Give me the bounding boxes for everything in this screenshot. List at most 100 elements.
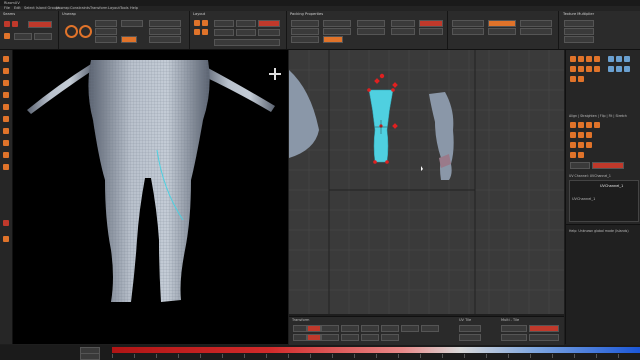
unwrap-option-a[interactable] bbox=[95, 20, 117, 27]
select-tool-icon[interactable] bbox=[3, 56, 9, 62]
tool-a-icon[interactable] bbox=[570, 56, 576, 62]
uv-viewport[interactable] bbox=[289, 39, 564, 314]
align-a-icon[interactable] bbox=[570, 122, 576, 128]
layout-option-f[interactable] bbox=[258, 29, 280, 36]
tool-o-icon[interactable] bbox=[616, 66, 622, 72]
tool-l-icon[interactable] bbox=[616, 56, 622, 62]
pack-icon[interactable] bbox=[194, 20, 200, 26]
transform-opt-g[interactable] bbox=[401, 325, 419, 332]
transform-opt-m[interactable] bbox=[361, 334, 379, 341]
tool-p-icon[interactable] bbox=[624, 66, 630, 72]
unwrap-option-c[interactable] bbox=[95, 36, 117, 43]
transform-opt-f[interactable] bbox=[381, 325, 399, 332]
weld-icon[interactable] bbox=[12, 21, 18, 27]
extra-opt-6[interactable] bbox=[520, 28, 552, 35]
menu-file[interactable]: File bbox=[4, 6, 10, 10]
tool-e-icon[interactable] bbox=[570, 66, 576, 72]
tool-n-icon[interactable] bbox=[608, 66, 614, 72]
align-f-icon[interactable] bbox=[578, 132, 584, 138]
menu-unwrap[interactable]: Unwrap bbox=[56, 6, 69, 10]
weld-tool-icon[interactable] bbox=[3, 116, 9, 122]
pin-tool-icon[interactable] bbox=[3, 128, 9, 134]
multi-tile-opt-a[interactable] bbox=[501, 325, 527, 332]
unwrap-option-d[interactable] bbox=[121, 20, 143, 27]
tool-i-icon[interactable] bbox=[570, 76, 576, 82]
layout-option-g[interactable] bbox=[214, 39, 280, 46]
tool-b-icon[interactable] bbox=[578, 56, 584, 62]
unwrap-option-f[interactable] bbox=[149, 20, 181, 27]
view-tool-icon[interactable] bbox=[3, 152, 9, 158]
status-opt-b[interactable] bbox=[80, 353, 100, 360]
multi-tile-opt-b[interactable] bbox=[529, 325, 559, 332]
transform-opt-a[interactable] bbox=[293, 325, 307, 332]
menu-help[interactable]: Help bbox=[130, 6, 138, 10]
tool-m-icon[interactable] bbox=[624, 56, 630, 62]
seams-mode-button[interactable] bbox=[28, 21, 52, 28]
packing-opt-10[interactable] bbox=[391, 28, 415, 35]
transform-opt-n[interactable] bbox=[381, 334, 399, 341]
transform-opt-j[interactable] bbox=[307, 334, 321, 341]
seams-level-field[interactable] bbox=[34, 33, 52, 40]
menu-transform[interactable]: Transform bbox=[90, 6, 107, 10]
move-tool-icon[interactable] bbox=[3, 68, 9, 74]
transform-opt-i[interactable] bbox=[293, 334, 307, 341]
layout-option-e[interactable] bbox=[258, 20, 280, 27]
texture-opt-2[interactable] bbox=[564, 28, 594, 35]
right-opt-a[interactable] bbox=[570, 162, 590, 169]
extra-opt-5[interactable] bbox=[520, 20, 552, 27]
align-b-icon[interactable] bbox=[578, 122, 584, 128]
tool-j-icon[interactable] bbox=[578, 76, 584, 82]
transform-opt-l[interactable] bbox=[341, 334, 359, 341]
layout-option-a[interactable] bbox=[214, 20, 234, 27]
align-c-icon[interactable] bbox=[586, 122, 592, 128]
align-d-icon[interactable] bbox=[594, 122, 600, 128]
multi-tile-opt-c[interactable] bbox=[501, 334, 527, 341]
scale-icon[interactable] bbox=[194, 29, 200, 35]
rotate-icon[interactable] bbox=[202, 29, 208, 35]
align-e-icon[interactable] bbox=[570, 132, 576, 138]
cut-icon[interactable] bbox=[4, 21, 10, 27]
uv-tile-opt-a[interactable] bbox=[459, 325, 481, 332]
menu-select[interactable]: Select bbox=[24, 6, 35, 10]
layout-option-b[interactable] bbox=[214, 29, 234, 36]
texture-opt-1[interactable] bbox=[564, 20, 594, 27]
packing-opt-7[interactable] bbox=[357, 20, 385, 27]
tool-d-icon[interactable] bbox=[594, 56, 600, 62]
layout-option-c[interactable] bbox=[236, 20, 256, 27]
extra-opt-2[interactable] bbox=[452, 28, 484, 35]
packing-opt-11[interactable] bbox=[419, 20, 443, 27]
transform-opt-b[interactable] bbox=[307, 325, 321, 332]
right-opt-b[interactable] bbox=[592, 162, 624, 169]
multi-tile-opt-d[interactable] bbox=[529, 334, 559, 341]
unfold-icon[interactable] bbox=[65, 25, 78, 38]
unwrap-option-g[interactable] bbox=[149, 28, 181, 35]
packing-opt-4[interactable] bbox=[323, 20, 351, 27]
packing-opt-1[interactable] bbox=[291, 20, 319, 27]
transform-opt-h[interactable] bbox=[421, 325, 439, 332]
auto-seam-icon[interactable] bbox=[4, 33, 10, 39]
packing-opt-3[interactable] bbox=[291, 36, 319, 43]
uv-tile-opt-b[interactable] bbox=[459, 334, 481, 341]
3d-viewport[interactable] bbox=[13, 50, 288, 344]
menu-constraints[interactable]: Constraints bbox=[70, 6, 90, 10]
optimize-icon[interactable] bbox=[79, 25, 92, 38]
menu-edit[interactable]: Edit bbox=[14, 6, 21, 10]
menu-tools[interactable]: Tools bbox=[120, 6, 129, 10]
tool-c-icon[interactable] bbox=[586, 56, 592, 62]
unwrap-option-e[interactable] bbox=[121, 36, 137, 43]
unwrap-option-h[interactable] bbox=[149, 36, 181, 43]
packing-opt-8[interactable] bbox=[357, 28, 385, 35]
extra-opt-3[interactable] bbox=[488, 20, 516, 27]
transform-opt-e[interactable] bbox=[361, 325, 379, 332]
transform-opt-k[interactable] bbox=[321, 334, 339, 341]
misc-tool-icon[interactable] bbox=[3, 236, 9, 242]
layout-option-d[interactable] bbox=[236, 29, 256, 36]
rotate-tool-icon[interactable] bbox=[3, 80, 9, 86]
packing-opt-5[interactable] bbox=[323, 28, 351, 35]
menu-layout[interactable]: Layout bbox=[108, 6, 120, 10]
mode-tool-icon[interactable] bbox=[3, 220, 9, 226]
tool-g-icon[interactable] bbox=[586, 66, 592, 72]
texture-opt-3[interactable] bbox=[564, 36, 594, 43]
extra-opt-4[interactable] bbox=[488, 28, 516, 35]
align-l-icon[interactable] bbox=[578, 152, 584, 158]
